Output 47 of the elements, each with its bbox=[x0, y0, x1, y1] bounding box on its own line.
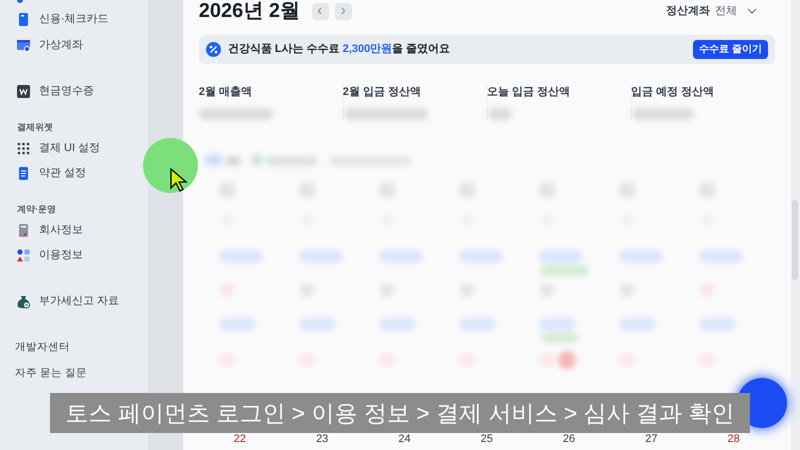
calendar-date[interactable]: 25 bbox=[446, 430, 528, 448]
menu-item[interactable]: 회사정보 bbox=[39, 222, 83, 239]
stat-label: 입금 예정 정산액 bbox=[630, 85, 715, 100]
chevron-down-icon bbox=[746, 8, 757, 14]
calendar-date[interactable]: 24 bbox=[363, 430, 446, 448]
calendar-date[interactable]: 22 bbox=[198, 430, 282, 448]
stat-label: 2월 입금 정산액 bbox=[342, 85, 422, 100]
calendar-date[interactable]: 27 bbox=[610, 430, 692, 448]
reduce-fees-button[interactable]: 수수료 줄이기 bbox=[692, 40, 768, 59]
next-month-button[interactable] bbox=[334, 2, 352, 20]
menu-link[interactable]: 자주 묻는 질문 bbox=[0, 363, 148, 383]
section-label: 결제위젯 bbox=[16, 121, 54, 134]
percent-icon bbox=[206, 42, 221, 57]
document-icon bbox=[17, 167, 30, 180]
blurred-amount bbox=[632, 108, 694, 120]
menu-item[interactable]: 약관 설정 bbox=[39, 165, 86, 182]
chevron-left-icon bbox=[317, 7, 324, 15]
account-label: 정산계좌 bbox=[666, 4, 710, 19]
menu-link[interactable]: 개발자센터 bbox=[0, 337, 148, 357]
money-bag-icon bbox=[17, 294, 30, 308]
menu-item[interactable]: 결제 UI 설정 bbox=[39, 140, 100, 157]
scrollbar-thumb[interactable] bbox=[792, 200, 798, 280]
account-icon bbox=[17, 39, 30, 52]
menu-item[interactable]: 현금영수증 bbox=[39, 83, 94, 100]
receipt-icon bbox=[17, 85, 30, 98]
stat-label: 오늘 입금 정산액 bbox=[486, 85, 571, 100]
menu-item[interactable]: 신용·체크카드 bbox=[39, 11, 109, 28]
banner-message: 건강식품 L사는 수수료 2,300만원을 줄였어요 bbox=[228, 42, 450, 58]
menu-item[interactable]: 이용정보 bbox=[39, 247, 83, 264]
calendar-date[interactable]: 23 bbox=[281, 430, 364, 448]
menu-item[interactable]: 부가세신고 자료 bbox=[39, 293, 120, 310]
cursor-icon bbox=[170, 168, 188, 193]
chevron-right-icon bbox=[340, 7, 346, 15]
stat-label: 2월 매출액 bbox=[198, 85, 253, 100]
blurred-amount bbox=[488, 108, 512, 120]
previous-month-button[interactable] bbox=[312, 2, 329, 20]
section-label: 계약·운영 bbox=[16, 203, 57, 216]
menu-item[interactable]: 가상계좌 bbox=[39, 37, 83, 54]
calendar-date[interactable]: 26 bbox=[528, 430, 610, 448]
building-icon bbox=[17, 224, 30, 237]
dots-grid-icon bbox=[17, 142, 30, 155]
account-dropdown[interactable]: 정산계좌 전체 bbox=[666, 2, 757, 20]
month-title: 2026년 2월 bbox=[198, 0, 300, 24]
card-icon bbox=[17, 13, 30, 26]
video-caption: 토스 페이먼츠 로그인 > 이용 정보 > 결제 서비스 > 심사 결과 확인 bbox=[50, 393, 750, 433]
calendar-date[interactable]: 28 bbox=[692, 430, 775, 448]
shapes-icon bbox=[17, 249, 30, 262]
